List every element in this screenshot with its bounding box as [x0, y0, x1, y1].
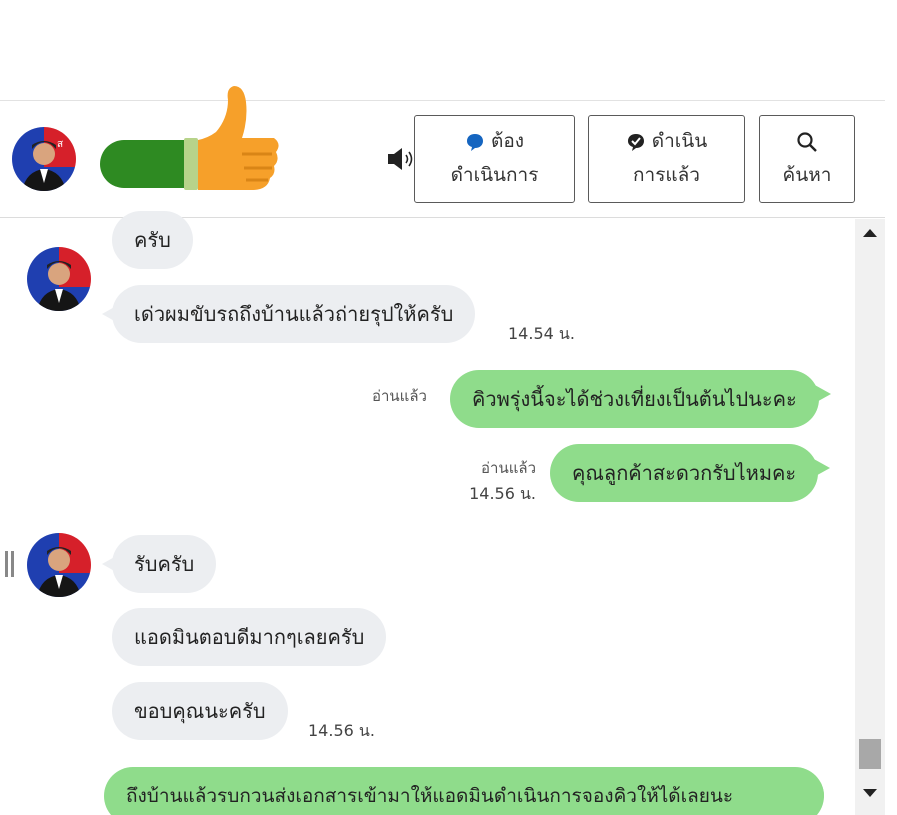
- svg-text:ส: ส: [57, 139, 63, 150]
- done-label-line2: การแล้ว: [633, 164, 700, 186]
- search-button[interactable]: ค้นหา: [759, 115, 855, 203]
- outgoing-message[interactable]: คุณลูกค้าสะดวกรับไหมคะ: [550, 444, 831, 502]
- scroll-down-arrow-icon[interactable]: [863, 789, 877, 797]
- message-scrollbar[interactable]: [855, 219, 885, 815]
- read-receipt: อ่านแล้ว: [481, 459, 536, 477]
- contact-avatar[interactable]: ส: [12, 127, 76, 191]
- message-text: ขอบคุณนะครับ: [134, 699, 266, 723]
- to-do-label-line1: ต้อง: [490, 130, 525, 152]
- message-text: ครับ: [134, 228, 171, 252]
- search-icon: [797, 131, 817, 152]
- incoming-message[interactable]: เด่วผมขับรถถึงบ้านแล้วถ่ายรุปให้ครับ: [101, 285, 476, 343]
- message-time: 14.56 น.: [469, 484, 536, 503]
- scrollbar-thumb[interactable]: [859, 739, 881, 769]
- message-list[interactable]: ครับ เด่วผมขับรถถึงบ้านแล้วถ่ายรุปให้ครั…: [0, 211, 855, 815]
- message-text: คุณลูกค้าสะดวกรับไหมคะ: [572, 461, 797, 485]
- sender-avatar[interactable]: [27, 247, 91, 311]
- message-time: 14.56 น.: [308, 721, 375, 740]
- done-button[interactable]: ดำเนิน การแล้ว: [588, 115, 745, 203]
- message-text: เด่วผมขับรถถึงบ้านแล้วถ่ายรุปให้ครับ: [134, 302, 454, 326]
- to-do-label-line2: ดำเนินการ: [450, 164, 539, 186]
- speaker-icon[interactable]: [387, 146, 415, 172]
- incoming-message[interactable]: ครับ: [112, 211, 193, 269]
- outgoing-message[interactable]: ถึงบ้านแล้วรบกวนส่งเอกสารเข้ามาให้แอดมิน…: [104, 767, 824, 815]
- to-do-button[interactable]: ต้อง ดำเนินการ: [414, 115, 575, 203]
- sender-avatar[interactable]: [27, 533, 91, 597]
- drag-handle[interactable]: [11, 551, 14, 577]
- check-bubble-icon: [627, 133, 644, 151]
- message-text: แอดมินตอบดีมากๆเลยครับ: [134, 625, 365, 649]
- outgoing-message[interactable]: คิวพรุ่งนี้จะได้ช่วงเที่ยงเป็นต้นไปนะคะ: [450, 370, 831, 428]
- incoming-message[interactable]: ขอบคุณนะครับ: [112, 682, 288, 740]
- done-label-line1: ดำเนิน: [651, 130, 708, 152]
- message-text: ถึงบ้านแล้วรบกวนส่งเอกสารเข้ามาให้แอดมิน…: [126, 785, 734, 807]
- search-label: ค้นหา: [782, 164, 832, 186]
- thumbs-up-icon: [184, 86, 279, 190]
- incoming-message[interactable]: แอดมินตอบดีมากๆเลยครับ: [112, 608, 387, 666]
- message-time: 14.54 น.: [508, 324, 575, 343]
- message-text: คิวพรุ่งนี้จะได้ช่วงเที่ยงเป็นต้นไปนะคะ: [472, 387, 797, 411]
- scroll-up-arrow-icon[interactable]: [863, 229, 877, 237]
- chat-bubble-icon: [466, 133, 483, 151]
- incoming-message[interactable]: รับครับ: [101, 535, 217, 593]
- read-receipt: อ่านแล้ว: [372, 387, 427, 405]
- message-text: รับครับ: [134, 552, 195, 576]
- drag-handle[interactable]: [5, 551, 8, 577]
